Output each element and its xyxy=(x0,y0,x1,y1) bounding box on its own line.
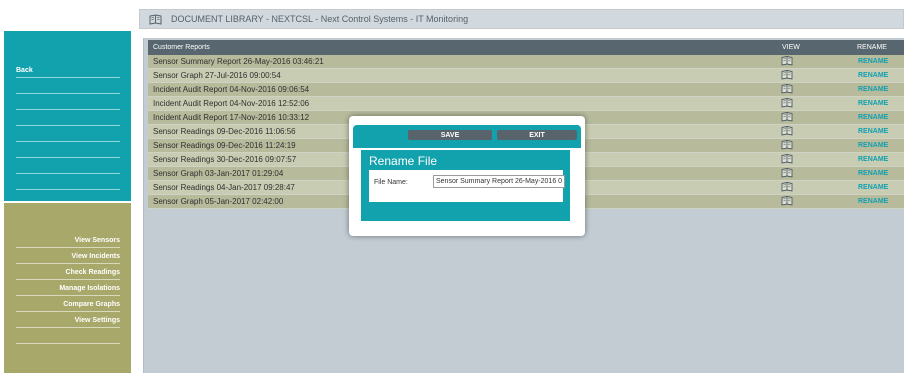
sidebar-nav-item[interactable] xyxy=(16,79,120,94)
check-readings-link[interactable]: Check Readings xyxy=(16,264,120,280)
rename-link[interactable]: RENAME xyxy=(858,128,888,135)
page-title: DOCUMENT LIBRARY - NEXTCSL - Next Contro… xyxy=(171,14,469,24)
rename-dialog: SAVE EXIT Rename File File Name: xyxy=(349,116,585,236)
sidebar-nav-item[interactable] xyxy=(16,111,120,126)
view-incidents-link[interactable]: View Incidents xyxy=(16,248,120,264)
sidebar-nav-item[interactable] xyxy=(16,95,120,110)
view-sensors-link[interactable]: View Sensors xyxy=(16,232,120,248)
manage-isolations-link[interactable]: Manage Isolations xyxy=(16,280,120,296)
sidebar-nav-top: Back xyxy=(4,31,131,201)
view-book-icon[interactable] xyxy=(781,196,793,206)
rename-link[interactable]: RENAME xyxy=(858,184,888,191)
top-bar: DOCUMENT LIBRARY - NEXTCSL - Next Contro… xyxy=(139,9,904,29)
rename-link[interactable]: RENAME xyxy=(858,156,888,163)
rename-link[interactable]: RENAME xyxy=(858,170,888,177)
report-name[interactable]: Sensor Readings 09-Dec-2016 11:24:19 xyxy=(153,141,296,150)
rename-link[interactable]: RENAME xyxy=(858,100,888,107)
dialog-title: Rename File xyxy=(369,154,438,168)
column-header-view: VIEW xyxy=(782,44,800,51)
rename-link[interactable]: RENAME xyxy=(858,114,888,121)
table-row: Incident Audit Report 04-Nov-2016 09:06:… xyxy=(148,83,904,97)
view-book-icon[interactable] xyxy=(781,56,793,66)
view-book-icon[interactable] xyxy=(781,154,793,164)
table-row: Sensor Summary Report 26-May-2016 03:46:… xyxy=(148,55,904,69)
file-name-label: File Name: xyxy=(374,179,408,186)
view-settings-link[interactable]: View Settings xyxy=(16,312,120,328)
view-book-icon[interactable] xyxy=(781,98,793,108)
exit-button[interactable]: EXIT xyxy=(497,130,577,140)
report-name[interactable]: Sensor Graph 27-Jul-2016 09:00:54 xyxy=(153,71,281,80)
view-book-icon[interactable] xyxy=(781,70,793,80)
rename-link[interactable]: RENAME xyxy=(858,198,888,205)
table-row: Sensor Graph 27-Jul-2016 09:00:54 RENAME xyxy=(148,69,904,83)
rename-link[interactable]: RENAME xyxy=(858,142,888,149)
report-name[interactable]: Incident Audit Report 04-Nov-2016 09:06:… xyxy=(153,85,309,94)
sidebar-nav-item[interactable] xyxy=(16,127,120,142)
save-button[interactable]: SAVE xyxy=(408,130,492,140)
report-name[interactable]: Sensor Readings 09-Dec-2016 11:06:56 xyxy=(153,127,296,136)
column-header-rename: RENAME xyxy=(857,44,887,51)
table-header: Customer Reports VIEW RENAME xyxy=(148,40,904,55)
report-name[interactable]: Sensor Summary Report 26-May-2016 03:46:… xyxy=(153,57,324,66)
report-name[interactable]: Sensor Readings 30-Dec-2016 09:07:57 xyxy=(153,155,296,164)
rename-link[interactable]: RENAME xyxy=(858,86,888,93)
file-name-input[interactable] xyxy=(433,175,565,188)
view-book-icon[interactable] xyxy=(781,112,793,122)
column-header-name: Customer Reports xyxy=(153,44,210,51)
dialog-form: File Name: xyxy=(369,170,565,202)
view-book-icon[interactable] xyxy=(781,84,793,94)
sidebar-nav-item[interactable] xyxy=(16,143,120,158)
report-name[interactable]: Incident Audit Report 17-Nov-2016 10:33:… xyxy=(153,113,309,122)
dialog-toolbar: SAVE EXIT xyxy=(353,125,581,148)
view-book-icon[interactable] xyxy=(781,168,793,178)
book-icon xyxy=(149,13,162,25)
dialog-body: Rename File File Name: xyxy=(361,150,570,221)
report-name[interactable]: Sensor Graph 03-Jan-2017 01:29:04 xyxy=(153,169,283,178)
report-name[interactable]: Sensor Graph 05-Jan-2017 02:42:00 xyxy=(153,197,283,206)
sidebar-nav-bottom: View Sensors View Incidents Check Readin… xyxy=(4,203,131,373)
table-row: Incident Audit Report 04-Nov-2016 12:52:… xyxy=(148,97,904,111)
sidebar-nav-item[interactable] xyxy=(16,159,120,174)
report-name[interactable]: Incident Audit Report 04-Nov-2016 12:52:… xyxy=(153,99,309,108)
sidebar-nav-item[interactable] xyxy=(16,328,120,344)
compare-graphs-link[interactable]: Compare Graphs xyxy=(16,296,120,312)
sidebar-nav-item[interactable] xyxy=(16,175,120,190)
report-name[interactable]: Sensor Readings 04-Jan-2017 09:28:47 xyxy=(153,183,295,192)
back-link[interactable]: Back xyxy=(16,63,120,78)
view-book-icon[interactable] xyxy=(781,182,793,192)
rename-link[interactable]: RENAME xyxy=(858,58,888,65)
view-book-icon[interactable] xyxy=(781,140,793,150)
rename-link[interactable]: RENAME xyxy=(858,72,888,79)
view-book-icon[interactable] xyxy=(781,126,793,136)
